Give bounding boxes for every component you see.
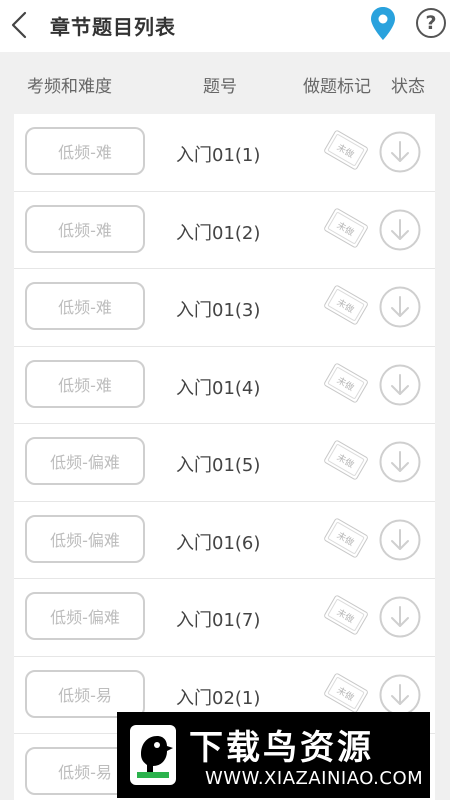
question-label: 入门01(3) — [176, 300, 261, 321]
download-icon[interactable] — [378, 208, 422, 252]
not-done-stamp: 未做 — [323, 594, 369, 636]
not-done-stamp: 未做 — [323, 129, 369, 171]
question-label: 入门01(4) — [176, 377, 261, 399]
question-row[interactable]: 低频-偏难 入门01(6) 未做 — [14, 502, 435, 579]
frequency-badge: 低频-易 — [25, 669, 145, 718]
question-row[interactable]: 低频-偏难 入门01(7) 未做 — [14, 579, 435, 657]
question-row[interactable]: 低频-难 入门01(2) 未做 — [14, 192, 435, 269]
column-status: 状态 — [391, 77, 425, 97]
back-chevron-icon[interactable] — [6, 10, 36, 40]
watermark-banner: 下载鸟资源 WWW.XIAZAINIAO.COM — [117, 712, 430, 798]
question-label: 入门01(5) — [176, 455, 261, 476]
frequency-badge: 低频-偏难 — [25, 514, 145, 563]
frequency-badge: 低频-难 — [25, 282, 145, 330]
frequency-badge: 低频-难 — [25, 359, 145, 408]
download-icon[interactable] — [378, 130, 422, 174]
download-icon[interactable] — [378, 440, 422, 484]
help-icon[interactable]: ? — [416, 8, 446, 38]
watermark-url: WWW.XIAZAINIAO.COM — [205, 768, 424, 789]
column-question-number: 题号 — [203, 77, 237, 97]
frequency-badge: 低频-难 — [25, 127, 145, 175]
not-done-stamp: 未做 — [323, 671, 369, 714]
column-mark: 做题标记 — [303, 77, 371, 97]
download-icon[interactable] — [378, 595, 422, 639]
not-done-stamp: 未做 — [323, 516, 369, 559]
question-list: 低频-难 入门01(1) 未做 低频-难 入门01(2) 未做 低频-难 入门0… — [14, 114, 435, 800]
question-row[interactable]: 低频-偏难 入门01(5) 未做 — [14, 424, 435, 502]
question-row[interactable]: 低频-难 入门01(4) 未做 — [14, 347, 435, 424]
question-label: 入门01(2) — [176, 222, 261, 244]
frequency-badge: 低频-难 — [25, 204, 145, 253]
not-done-stamp: 未做 — [323, 361, 369, 404]
column-frequency-difficulty: 考频和难度 — [27, 77, 112, 97]
column-header: 考频和难度 题号 做题标记 状态 — [0, 60, 450, 106]
download-icon[interactable] — [378, 285, 422, 329]
question-label: 入门01(6) — [176, 532, 261, 554]
frequency-badge: 低频-偏难 — [25, 437, 145, 485]
download-icon[interactable] — [378, 518, 422, 562]
not-done-stamp: 未做 — [323, 439, 369, 481]
question-label: 入门01(1) — [176, 145, 261, 166]
location-pin-icon[interactable] — [369, 6, 397, 42]
not-done-stamp: 未做 — [323, 206, 369, 249]
top-bar: 章节题目列表 ? — [0, 0, 450, 52]
download-icon[interactable] — [378, 363, 422, 407]
bird-logo-icon — [130, 725, 176, 785]
question-row[interactable]: 低频-难 入门01(3) 未做 — [14, 269, 435, 347]
frequency-badge: 低频-偏难 — [25, 592, 145, 640]
not-done-stamp: 未做 — [323, 284, 369, 326]
download-icon[interactable] — [378, 673, 422, 717]
question-label: 入门01(7) — [176, 610, 261, 631]
page-title: 章节题目列表 — [50, 15, 176, 39]
question-row[interactable]: 低频-难 入门01(1) 未做 — [14, 114, 435, 192]
question-label: 入门02(1) — [176, 687, 261, 709]
watermark-title: 下载鸟资源 — [189, 728, 374, 768]
